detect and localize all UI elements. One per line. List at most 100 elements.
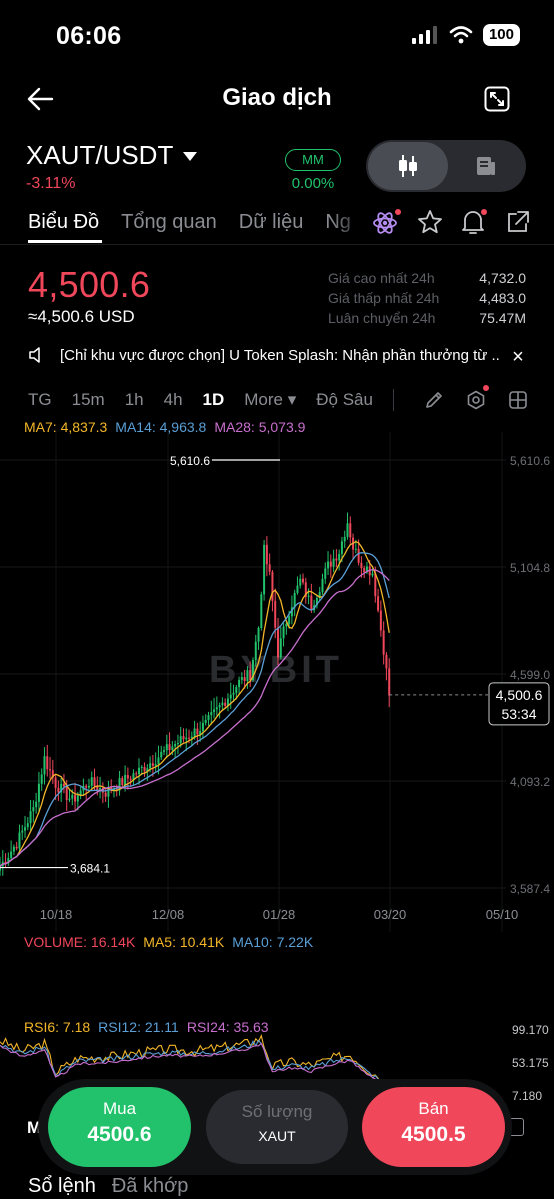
last-price-label: 4,500.6: [496, 687, 543, 703]
ai-assistant-button[interactable]: [372, 208, 401, 236]
share-button[interactable]: [504, 208, 530, 236]
alert-button[interactable]: [460, 208, 487, 236]
candle-body: [43, 756, 46, 775]
candle-body: [243, 677, 246, 681]
candle-body: [296, 585, 299, 593]
y-tick-label: 4,599.0: [510, 668, 550, 682]
x-tick-label: 10/18: [40, 907, 73, 922]
candle-body: [188, 737, 191, 739]
candle-body: [157, 757, 160, 765]
x-tick-label: 03/20: [374, 907, 407, 922]
candle-body: [274, 600, 277, 628]
candle-body: [40, 774, 43, 784]
candle-body: [15, 846, 18, 849]
tab-chart[interactable]: Biểu Đồ: [28, 211, 99, 234]
favorite-button[interactable]: [416, 208, 442, 236]
candle-body: [379, 610, 382, 631]
y-tick-label: 5,610.6: [510, 454, 550, 468]
candle-body: [71, 794, 74, 799]
indicator-settings-button[interactable]: [466, 385, 489, 415]
candle-body: [321, 578, 324, 593]
tf-depth[interactable]: Độ Sâu: [316, 390, 373, 410]
status-icons: 100: [411, 24, 520, 46]
candle-body: [135, 773, 138, 775]
candle-body: [279, 638, 282, 658]
candle-body: [215, 707, 218, 710]
stats-24h: Giá cao nhất 24h 4,732.0 Giá thấp nhất 2…: [328, 268, 526, 328]
sell-label: Bán: [418, 1099, 449, 1118]
candle-body: [343, 536, 346, 542]
candle-body: [85, 785, 88, 788]
mm-badge[interactable]: MM: [285, 149, 341, 171]
notification-dot: [395, 209, 401, 215]
candle-body: [171, 746, 174, 751]
buy-button[interactable]: Mua 4500.6: [48, 1087, 191, 1167]
fullscreen-button[interactable]: [484, 86, 510, 112]
tab-trades[interactable]: Đã khớp: [112, 1175, 188, 1198]
candle-body: [185, 737, 188, 740]
candle-body: [207, 715, 210, 721]
tf-1d[interactable]: 1D: [203, 390, 225, 410]
stat-row: Giá cao nhất 24h 4,732.0: [328, 268, 526, 288]
tf-4h[interactable]: 4h: [164, 390, 183, 410]
candle-body: [174, 744, 177, 747]
candle-body: [310, 595, 313, 611]
tf-more[interactable]: More ▾: [244, 390, 296, 410]
sell-button[interactable]: Bán 4500.5: [362, 1087, 505, 1167]
candle-body: [265, 544, 268, 565]
stat-label: Giá cao nhất 24h: [328, 270, 435, 286]
candle-body: [18, 832, 21, 849]
y-tick-label: 3,587.4: [510, 882, 550, 896]
candle-body: [163, 750, 166, 752]
candle-body: [299, 578, 302, 586]
quantity-placeholder: Số lượng: [241, 1102, 313, 1121]
grid-layout-icon[interactable]: [508, 390, 528, 410]
last-price: 4,500.6: [28, 264, 151, 305]
buy-price: 4500.6: [87, 1123, 152, 1146]
candle-body: [257, 627, 260, 642]
candle-body: [12, 846, 15, 852]
chart-view-toggle[interactable]: [368, 142, 448, 190]
wifi-icon: [449, 26, 473, 44]
candle-body: [143, 767, 146, 772]
stat-value: 4,732.0: [479, 270, 526, 286]
tab-overview[interactable]: Tổng quan: [121, 211, 217, 234]
orderbook-view-toggle[interactable]: [448, 142, 524, 190]
candlestick-chart[interactable]: 3,587.4 4,093.2 4,599.0 5,104.8 5,610.6 10/18…: [0, 432, 554, 932]
tf-15m[interactable]: 15m: [72, 390, 105, 410]
candle-body: [268, 564, 271, 572]
rsi-tick-label: 53.175: [512, 1056, 549, 1070]
countdown-label: 53:34: [501, 706, 536, 722]
caret-down-icon: [183, 152, 198, 161]
candle-body: [238, 679, 241, 688]
stat-value: 4,483.0: [479, 290, 526, 306]
quantity-input[interactable]: Số lượng XAUT: [206, 1090, 348, 1164]
candle-body: [87, 785, 90, 788]
rsi-tick-label: 7.180: [512, 1089, 542, 1100]
candle-body: [363, 568, 366, 573]
candle-body: [382, 630, 385, 655]
ma7-line: [0, 540, 390, 867]
candle-body: [240, 677, 243, 680]
candle-body: [21, 830, 24, 833]
candle-body: [246, 670, 249, 681]
rsi24-value: RSI24: 35.63: [186, 1019, 269, 1035]
pair-selector[interactable]: XAUT/USDT: [26, 140, 198, 171]
candle-body: [93, 777, 96, 786]
announcement-bar[interactable]: [Chỉ khu vực được chọn] U Token Splash: …: [28, 346, 528, 368]
y-tick-label: 5,104.8: [510, 561, 550, 575]
close-icon[interactable]: ×: [508, 346, 528, 369]
tab-data[interactable]: Dữ liệu: [239, 211, 304, 234]
candle-body: [129, 778, 132, 780]
pencil-icon[interactable]: [424, 390, 444, 410]
tf-line[interactable]: TG: [28, 390, 52, 410]
candle-body: [388, 668, 391, 696]
candle-body: [32, 807, 35, 812]
tab-orderbook[interactable]: Sổ lệnh: [28, 1175, 96, 1198]
candle-body: [229, 694, 232, 699]
signal-icon: [411, 26, 437, 44]
candle-body: [263, 544, 266, 595]
tf-1h[interactable]: 1h: [125, 390, 144, 410]
stat-label: Giá thấp nhất 24h: [328, 290, 440, 306]
candle-body: [302, 578, 305, 583]
